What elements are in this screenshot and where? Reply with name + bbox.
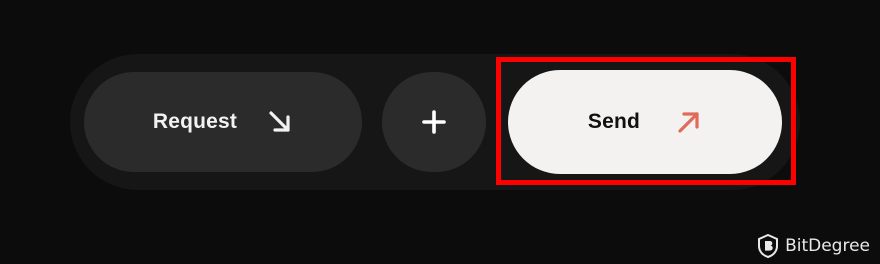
watermark-text: BitDegree (785, 236, 870, 256)
request-button[interactable]: Request (84, 72, 362, 172)
arrow-down-right-icon (267, 109, 293, 135)
bitdegree-logo-icon (757, 234, 779, 258)
arrow-up-right-icon (676, 109, 702, 135)
bitdegree-watermark: BitDegree (757, 234, 870, 258)
request-label: Request (152, 110, 238, 133)
add-button[interactable] (382, 72, 486, 172)
screenshot-stage: Request Send BitDegree (0, 0, 880, 264)
send-button[interactable]: Send (508, 70, 782, 174)
plus-icon (421, 109, 447, 135)
send-label: Send (587, 110, 641, 133)
